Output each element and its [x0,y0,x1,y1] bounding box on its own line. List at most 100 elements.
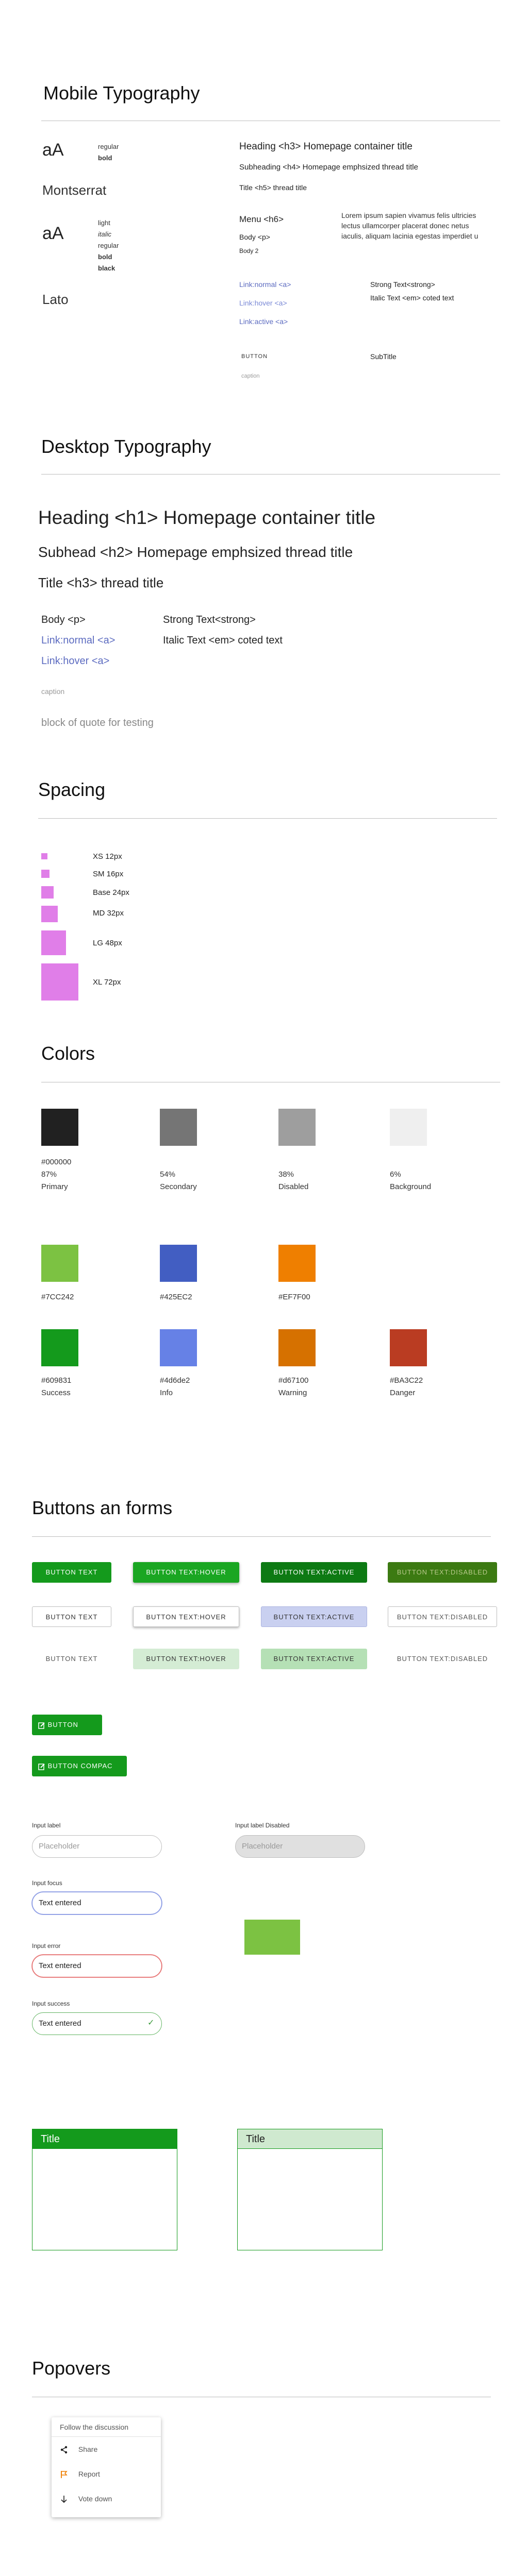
mobile-body2-sample: Body 2 [239,247,259,255]
text-button[interactable]: BUTTON TEXT [32,1649,111,1669]
popover-item-label: Share [78,2445,98,2453]
mobile-h6-sample: Menu <h6> [239,214,284,224]
link-hover[interactable]: Link:hover <a> [239,299,287,307]
spacing-label: SM 16px [93,870,124,878]
primary-button[interactable]: BUTTON TEXT [32,1562,111,1583]
spacing-swatch-sm [41,870,50,878]
popover-item-share[interactable]: Share [52,2437,161,2462]
buttons-forms-heading: Buttons an forms [32,1497,173,1518]
color-swatch-disabled [278,1109,316,1146]
color-hex: #EF7F00 [278,1293,310,1301]
spacing-swatch-md [41,906,58,922]
icon-button[interactable]: BUTTON [32,1715,102,1735]
green-block [244,1920,300,1955]
link-active[interactable]: Link:active <a> [239,317,288,326]
color-name: Success [41,1388,71,1397]
color-info: 6% Background [390,1168,431,1193]
color-swatch-danger [390,1329,427,1366]
secondary-button-hover[interactable]: BUTTON TEXT:HOVER [133,1606,239,1627]
desktop-typography-heading: Desktop Typography [41,436,211,457]
font-family-name: Lato [42,292,69,307]
input-label: Input label [32,1822,61,1829]
desktop-link-normal[interactable]: Link:normal <a> [41,635,115,647]
arrow-down-icon [61,2496,67,2503]
mobile-h4-sample: Subheading <h4> Homepage emphsized threa… [239,163,418,172]
secondary-button[interactable]: BUTTON TEXT [32,1606,111,1627]
spacing-label: LG 48px [93,939,122,947]
color-hex: #425EC2 [160,1293,192,1301]
card-title: Title [32,2129,177,2149]
desktop-strong-sample: Strong Text<strong> [163,614,256,625]
input-label-disabled: Input label Disabled [235,1822,290,1829]
color-swatch-background [390,1109,427,1146]
color-hex: #609831 [41,1376,72,1385]
primary-button-disabled[interactable]: BUTTON TEXT:DISABLED [388,1562,497,1583]
secondary-button-active[interactable]: BUTTON TEXT:ACTIVE [261,1606,367,1627]
secondary-button-disabled[interactable]: BUTTON TEXT:DISABLED [388,1606,497,1627]
input-label-success: Input success [32,2000,70,2007]
card-primary: Title [32,2129,177,2250]
input-label-error: Input error [32,1942,61,1950]
mobile-h3-sample: Heading <h3> Homepage container title [239,141,412,152]
spacing-label: Base 24px [93,888,129,897]
color-name: Secondary [160,1182,197,1191]
text-input-success-value: Text entered [39,2019,81,2028]
weight-item: italic [98,230,112,238]
color-opacity: 54% [160,1170,176,1179]
colors-heading: Colors [41,1043,95,1064]
color-info: #609831 Success [41,1375,71,1399]
popover-item-label: Report [78,2470,100,2478]
popover-item-report[interactable]: Report [52,2462,161,2486]
popover-item-vote-down[interactable]: Vote down [52,2486,161,2511]
text-button-active[interactable]: BUTTON TEXT:ACTIVE [261,1649,367,1669]
color-info: #BA3C22 Danger [390,1375,423,1399]
edit-icon [38,1722,45,1729]
check-icon: ✓ [147,2019,155,2027]
spacing-heading: Spacing [38,779,106,800]
link-normal[interactable]: Link:normal <a> [239,280,291,289]
font-family-name: Montserrat [42,182,107,198]
font-sample-aa: aA [42,140,64,160]
button-text-sample: BUTTON [241,353,268,360]
primary-button-active[interactable]: BUTTON TEXT:ACTIVE [261,1562,367,1583]
desktop-h3-sample: Title <h3> thread title [38,575,164,590]
edit-icon [38,1763,45,1770]
color-opacity: 38% [278,1170,294,1179]
font-sample-aa: aA [42,224,64,243]
card-title: Title [238,2129,382,2149]
color-info: #d67100 Warning [278,1375,308,1399]
color-opacity: 87% [41,1170,57,1179]
divider [38,818,497,819]
share-icon [60,2446,68,2454]
text-input-error[interactable]: Text entered [32,1955,162,1977]
spacing-label: MD 32px [93,909,124,918]
icon-button-compact[interactable]: BUTTON COMPAC [32,1756,127,1776]
desktop-body-sample: Body <p> [41,614,86,625]
color-hex: #BA3C22 [390,1376,423,1385]
desktop-italic-sample: Italic Text <em> coted text [163,635,283,646]
text-button-hover[interactable]: BUTTON TEXT:HOVER [133,1649,239,1669]
text-button-disabled[interactable]: BUTTON TEXT:DISABLED [388,1649,497,1669]
color-hex: #7CC242 [41,1293,74,1301]
mobile-typography-heading: Mobile Typography [43,82,200,104]
strong-sample: Strong Text<strong> [370,280,435,289]
desktop-link-hover[interactable]: Link:hover <a> [41,655,109,667]
text-input-disabled[interactable]: Placeholder [235,1835,365,1858]
italic-sample: Italic Text <em> coted text [370,294,454,302]
text-input[interactable]: Placeholder [32,1835,162,1858]
weight-item: bold [98,253,112,261]
blockquote-sample: block of quote for testing [41,717,154,728]
color-swatch-green [41,1245,78,1282]
weight-list: light italic regular bold black [98,217,119,274]
lorem-paragraph: Lorem ipsum sapien vivamus felis ultrici… [341,211,478,240]
primary-button-hover[interactable]: BUTTON TEXT:HOVER [133,1562,239,1583]
spacing-swatch-xl [41,963,78,1001]
color-name: Warning [278,1388,307,1397]
text-input-focus[interactable]: Text entered [32,1892,162,1914]
color-swatch-info [160,1329,197,1366]
weight-list: regular bold [98,141,119,164]
color-swatch-success [41,1329,78,1366]
color-swatch-blue [160,1245,197,1282]
mobile-body-sample: Body <p> [239,233,270,241]
text-input-success[interactable]: Text entered [32,2012,162,2035]
